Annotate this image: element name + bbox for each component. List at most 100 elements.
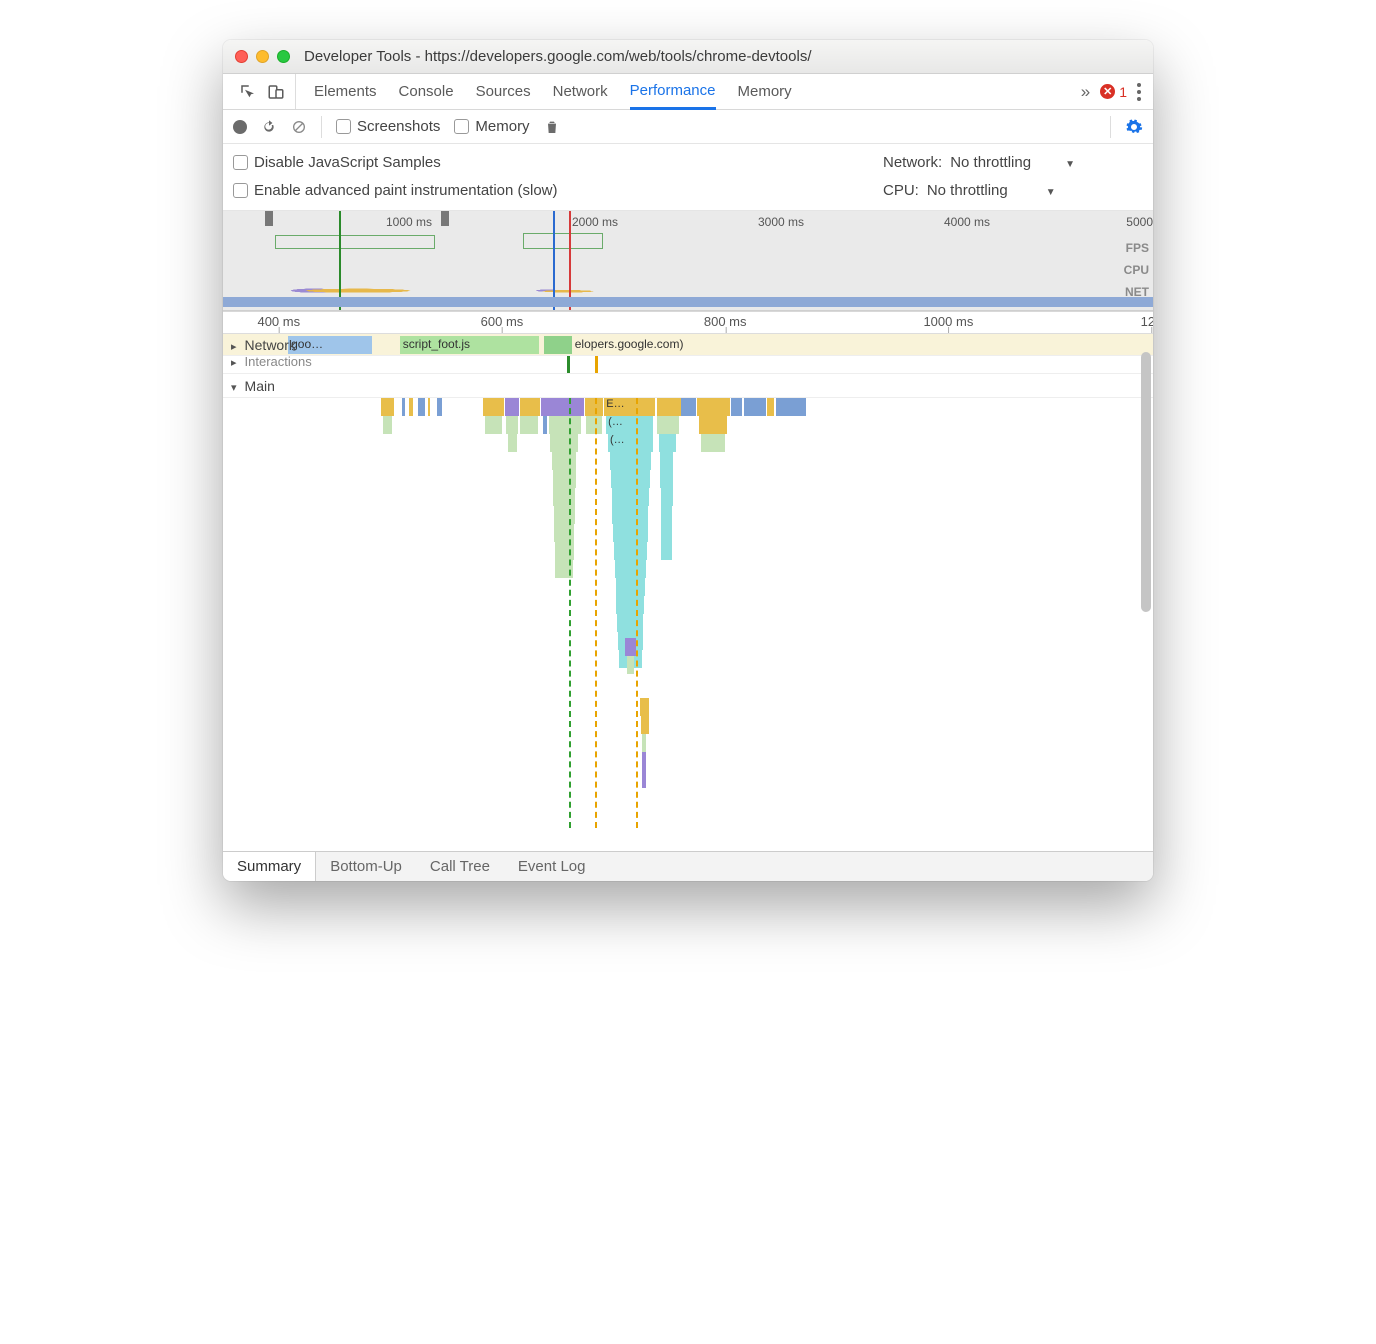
details-tab-bottom-up[interactable]: Bottom-Up <box>316 852 416 881</box>
flame-block[interactable] <box>642 752 647 770</box>
flame-block[interactable] <box>617 614 643 632</box>
tab-console[interactable]: Console <box>399 74 454 110</box>
flame-block[interactable] <box>657 416 678 434</box>
timeline-overview[interactable]: 1000 ms2000 ms3000 ms4000 ms5000 FPS CPU… <box>223 211 1153 311</box>
reload-icon[interactable] <box>261 119 277 135</box>
record-button[interactable] <box>233 120 247 134</box>
enable-paint-instrumentation-checkbox[interactable]: Enable advanced paint instrumentation (s… <box>233 182 558 199</box>
flame-block[interactable] <box>381 398 394 416</box>
interactions-track[interactable]: Interactions <box>223 356 1153 374</box>
flame-block[interactable] <box>541 398 584 416</box>
flame-block[interactable]: (… <box>608 434 653 452</box>
flame-block[interactable] <box>642 734 647 752</box>
flame-block[interactable] <box>614 542 647 560</box>
gear-icon[interactable] <box>1125 118 1143 136</box>
kebab-menu-icon[interactable] <box>1137 83 1141 101</box>
flame-block[interactable] <box>661 542 671 560</box>
screenshots-checkbox[interactable]: Screenshots <box>336 118 440 135</box>
main-track-header[interactable]: Main <box>223 374 1153 398</box>
flame-block[interactable] <box>505 398 519 416</box>
details-tab-event-log[interactable]: Event Log <box>504 852 600 881</box>
flame-block[interactable] <box>549 416 582 434</box>
tab-elements[interactable]: Elements <box>314 74 377 110</box>
disable-js-samples-checkbox[interactable]: Disable JavaScript Samples <box>233 154 441 171</box>
error-badge[interactable]: ✕1 <box>1100 84 1127 100</box>
device-toggle-icon[interactable] <box>267 83 285 101</box>
flame-block[interactable] <box>767 398 774 416</box>
flame-block[interactable] <box>660 470 672 488</box>
flame-block[interactable] <box>699 416 727 434</box>
flame-block[interactable] <box>383 416 392 434</box>
flame-block[interactable] <box>553 470 576 488</box>
network-request[interactable]: elopers.google.com) <box>572 336 851 354</box>
flame-block[interactable] <box>616 596 644 614</box>
tab-sources[interactable]: Sources <box>476 74 531 110</box>
flame-block[interactable] <box>613 524 647 542</box>
flame-block[interactable] <box>437 398 443 416</box>
flame-block[interactable] <box>550 434 578 452</box>
inspect-icon[interactable] <box>239 83 257 101</box>
flame-block[interactable] <box>552 452 576 470</box>
trash-icon[interactable] <box>544 119 560 135</box>
flame-block[interactable] <box>616 578 645 596</box>
flame-block[interactable] <box>409 398 413 416</box>
flame-block[interactable] <box>506 416 518 434</box>
flame-block[interactable] <box>681 398 696 416</box>
expand-icon[interactable] <box>231 337 241 353</box>
overview-handle-left[interactable] <box>265 211 273 226</box>
expand-icon[interactable] <box>231 354 241 369</box>
clear-icon[interactable] <box>291 119 307 135</box>
vertical-scrollbar[interactable] <box>1141 352 1151 612</box>
flame-block[interactable] <box>483 398 503 416</box>
flame-block[interactable] <box>612 506 648 524</box>
flame-block[interactable] <box>697 398 730 416</box>
flame-block[interactable] <box>610 452 651 470</box>
flame-block[interactable] <box>657 398 680 416</box>
flame-block[interactable] <box>553 488 575 506</box>
tab-performance[interactable]: Performance <box>630 74 716 110</box>
zoom-icon[interactable] <box>277 50 290 63</box>
main-flamechart[interactable]: E…(…(… <box>223 398 1153 828</box>
flame-block[interactable] <box>640 698 649 716</box>
details-tab-summary[interactable]: Summary <box>223 852 316 881</box>
flame-block[interactable] <box>776 398 806 416</box>
flame-block[interactable] <box>520 416 539 434</box>
flame-block[interactable]: E… <box>604 398 655 416</box>
flame-block[interactable] <box>428 398 431 416</box>
flame-block[interactable] <box>661 488 673 506</box>
network-request[interactable] <box>544 336 572 354</box>
network-track[interactable]: Network goo…script_foot.jselopers.google… <box>223 334 1153 356</box>
cpu-throttle-select[interactable]: CPU: No throttling <box>883 182 1143 199</box>
network-throttle-select[interactable]: Network: No throttling <box>883 154 1143 171</box>
flame-block[interactable] <box>660 452 673 470</box>
collapse-icon[interactable] <box>231 378 241 394</box>
tab-memory[interactable]: Memory <box>738 74 792 110</box>
network-request[interactable]: script_foot.js <box>400 336 540 354</box>
details-tab-call-tree[interactable]: Call Tree <box>416 852 504 881</box>
flame-block[interactable] <box>661 506 672 524</box>
close-icon[interactable] <box>235 50 248 63</box>
flame-block[interactable] <box>611 470 650 488</box>
time-ruler[interactable]: 400 ms600 ms800 ms1000 ms120 <box>223 312 1153 334</box>
flame-block[interactable]: (… <box>606 416 653 434</box>
flame-block[interactable] <box>418 398 425 416</box>
flame-block[interactable] <box>731 398 742 416</box>
flame-block[interactable] <box>612 488 650 506</box>
titlebar[interactable]: Developer Tools - https://developers.goo… <box>223 40 1153 74</box>
flame-block[interactable] <box>625 638 636 656</box>
flame-block[interactable] <box>627 656 634 674</box>
memory-checkbox[interactable]: Memory <box>454 118 529 135</box>
flame-block[interactable] <box>701 434 725 452</box>
flame-block[interactable] <box>661 524 672 542</box>
flame-block[interactable] <box>554 506 575 524</box>
overview-handle-right[interactable] <box>441 211 449 226</box>
flamechart-area[interactable]: 400 ms600 ms800 ms1000 ms120 Network goo… <box>223 311 1153 851</box>
flame-block[interactable] <box>641 716 649 734</box>
network-request[interactable]: goo… <box>288 336 372 354</box>
flame-block[interactable] <box>555 542 574 560</box>
flame-block[interactable] <box>615 560 646 578</box>
more-tabs-icon[interactable]: » <box>1081 82 1090 102</box>
tab-network[interactable]: Network <box>553 74 608 110</box>
flame-block[interactable] <box>485 416 502 434</box>
flame-block[interactable] <box>744 398 766 416</box>
